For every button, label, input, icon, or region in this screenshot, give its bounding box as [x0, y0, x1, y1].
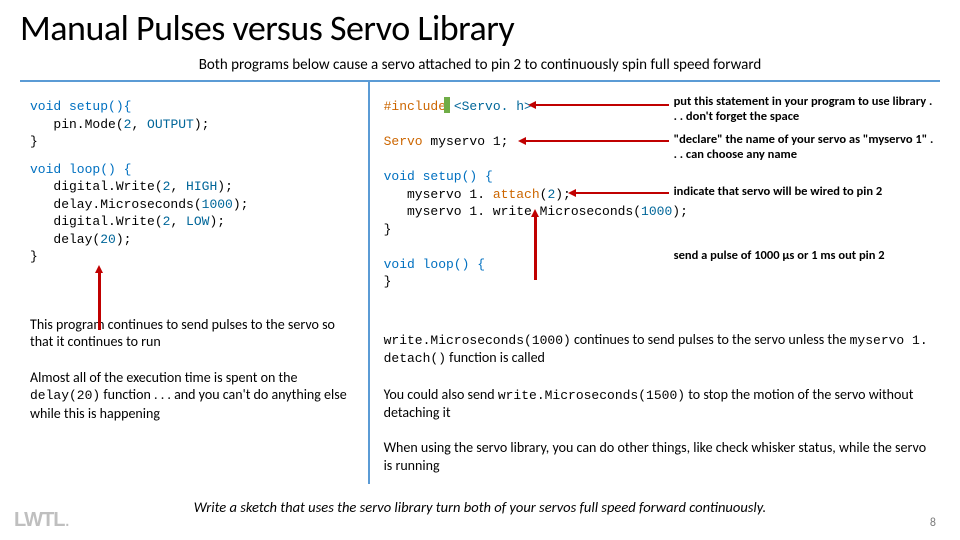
left-setup-l3: } [30, 134, 38, 149]
ann-declare: "declare" the name of your servo as "mys… [674, 132, 934, 162]
left-setup-l2: pin.Mode(2, OUTPUT); [30, 117, 209, 132]
left-code-loop: void loop() { digital.Write(2, HIGH); de… [30, 161, 358, 266]
cursor-icon [444, 97, 450, 113]
ann-pulse: send a pulse of 1000 μs or 1 ms out pin … [674, 248, 934, 263]
r-l6: } [384, 222, 392, 237]
page-title: Manual Pulses versus Servo Library [20, 6, 940, 50]
left-note-1: This program continues to send pulses to… [30, 316, 358, 351]
subtitle: Both programs below cause a servo attach… [20, 56, 940, 74]
left-loop-l2: digital.Write(2, HIGH); [30, 179, 233, 194]
ann-include: put this statement in your program to us… [674, 94, 934, 124]
arrow-up-icon [98, 272, 101, 330]
left-note-2: Almost all of the execution time is spen… [30, 369, 358, 422]
left-loop-l5: delay(20); [30, 232, 131, 247]
ann-attach: indicate that servo will be wired to pin… [674, 184, 934, 199]
page-number: 8 [930, 516, 936, 530]
left-code-setup: void setup(){ pin.Mode(2, OUTPUT); } [30, 98, 358, 151]
slide: Manual Pulses versus Servo Library Both … [0, 0, 960, 540]
arrow-left-icon [534, 104, 669, 106]
kw-void2: void loop() { [30, 162, 131, 177]
arrow-left-icon-3 [574, 192, 669, 194]
right-column: #include <Servo. h> Servo myservo 1; voi… [370, 82, 940, 484]
right-note-2: You could also send write.Microseconds(1… [384, 386, 930, 422]
kw-void: void setup(){ [30, 99, 131, 114]
r-l3: void setup() { [384, 169, 493, 184]
r-l8: } [384, 274, 392, 289]
left-column: void setup(){ pin.Mode(2, OUTPUT); } voi… [20, 82, 370, 484]
right-body: #include <Servo. h> Servo myservo 1; voi… [384, 98, 930, 474]
logo: LWTL. [14, 509, 69, 532]
arrow-left-icon-2 [524, 140, 669, 142]
columns: void setup(){ pin.Mode(2, OUTPUT); } voi… [20, 80, 940, 484]
right-note-3: When using the servo library, you can do… [384, 439, 930, 474]
left-loop-l6: } [30, 249, 38, 264]
footer-prompt: Write a sketch that uses the servo libra… [20, 498, 940, 516]
right-note-1: write.Microseconds(1000) continues to se… [384, 331, 930, 368]
arrow-up-icon-2 [534, 216, 537, 280]
r-l1b: <Servo. h> [454, 99, 532, 114]
left-loop-l3: delay.Microseconds(1000); [30, 197, 248, 212]
r-l7: void loop() { [384, 257, 485, 272]
left-loop-l4: digital.Write(2, LOW); [30, 214, 225, 229]
